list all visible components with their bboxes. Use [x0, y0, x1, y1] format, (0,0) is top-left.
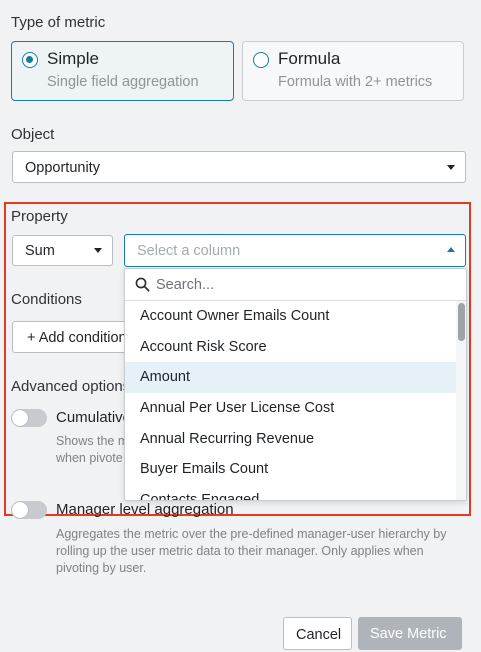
formula-subtitle: Formula with 2+ metrics — [278, 74, 433, 90]
type-of-metric-label: Type of metric — [11, 14, 106, 31]
dropdown-option[interactable]: Account Owner Emails Count — [125, 301, 457, 332]
toggle-knob — [12, 502, 28, 518]
simple-title: Simple — [47, 49, 99, 68]
formula-title: Formula — [278, 49, 341, 68]
dropdown-option[interactable]: Account Risk Score — [125, 332, 457, 363]
object-select[interactable]: Opportunity — [12, 151, 466, 183]
dropdown-option[interactable]: Annual Recurring Revenue — [125, 424, 457, 455]
column-option-list: Account Owner Emails Count Account Risk … — [125, 301, 457, 500]
advanced-options-label: Advanced options — [11, 378, 131, 395]
add-condition-label: + Add condition — [27, 330, 127, 346]
metric-type-simple-option[interactable]: Simple Single field aggregation — [11, 41, 234, 101]
cumulative-help-line1: Shows the m — [56, 434, 129, 448]
aggregation-value: Sum — [25, 243, 55, 259]
cumulative-toggle[interactable] — [11, 409, 47, 427]
search-icon — [135, 277, 150, 297]
cumulative-help-line2: when pivote — [56, 451, 123, 465]
cancel-label: Cancel — [296, 627, 342, 643]
search-placeholder: Search... — [156, 277, 215, 293]
manager-aggregation-toggle[interactable] — [11, 501, 47, 519]
metric-type-formula-option[interactable]: Formula Formula with 2+ metrics — [242, 41, 464, 101]
column-placeholder: Select a column — [137, 243, 241, 259]
cumulative-label: Cumulative — [56, 409, 132, 426]
aggregation-select[interactable]: Sum — [12, 235, 113, 266]
dropdown-scrollbar[interactable] — [456, 301, 466, 500]
manager-aggregation-help: Aggregates the metric over the pre-defin… — [56, 527, 447, 575]
conditions-label: Conditions — [11, 291, 82, 308]
column-select[interactable]: Select a column — [124, 234, 466, 267]
object-label: Object — [11, 126, 55, 143]
object-value: Opportunity — [25, 160, 100, 176]
column-search-input[interactable]: Search... — [125, 269, 466, 301]
manager-aggregation-label: Manager level aggregation — [56, 501, 234, 518]
save-metric-label: Save Metric — [370, 626, 447, 642]
dropdown-option[interactable]: Buyer Emails Count — [125, 454, 457, 485]
simple-subtitle: Single field aggregation — [47, 74, 199, 90]
scrollbar-thumb[interactable] — [458, 303, 465, 341]
dropdown-option[interactable]: Contacts Engaged — [125, 485, 457, 500]
add-condition-button[interactable]: + Add condition — [12, 321, 138, 353]
dropdown-option-highlighted[interactable]: Amount — [125, 362, 457, 394]
column-dropdown-menu: Search... Account Owner Emails Count Acc… — [124, 268, 467, 501]
save-metric-button[interactable]: Save Metric — [358, 617, 462, 650]
dropdown-option[interactable]: Annual Per User License Cost — [125, 393, 457, 424]
chevron-down-icon — [447, 165, 455, 170]
toggle-knob — [12, 410, 28, 426]
radio-selected-icon[interactable] — [22, 52, 38, 68]
cancel-button[interactable]: Cancel — [283, 617, 352, 650]
chevron-up-icon — [447, 247, 455, 252]
radio-unselected-icon[interactable] — [253, 52, 269, 68]
chevron-down-icon — [94, 248, 102, 253]
property-label: Property — [11, 208, 68, 225]
